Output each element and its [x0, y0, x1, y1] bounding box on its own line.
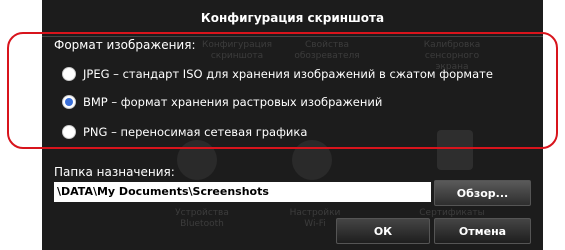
certificate-icon: [437, 130, 473, 170]
cancel-button[interactable]: Отмена: [434, 218, 531, 244]
option-png[interactable]: PNG – переносимая сетевая графика: [62, 122, 307, 142]
destination-label: Папка назначения:: [54, 165, 175, 179]
ok-button[interactable]: ОК: [336, 218, 430, 244]
option-png-label: PNG – переносимая сетевая графика: [83, 125, 308, 139]
destination-path-field[interactable]: [54, 182, 431, 202]
dialog-title: Конфигурация скриншота: [200, 11, 385, 25]
option-bmp-label: BMP – формат хранения растровых изображе…: [83, 95, 383, 109]
radio-bmp[interactable]: [62, 95, 76, 109]
radio-jpeg[interactable]: [62, 67, 76, 81]
title-divider: [42, 36, 543, 37]
wifi-icon: [292, 140, 332, 180]
browse-button[interactable]: Обзор...: [434, 180, 531, 206]
bg-tile-screenshot: Конфигурация скриншота: [202, 40, 272, 61]
option-bmp[interactable]: BMP – формат хранения растровых изображе…: [62, 92, 382, 112]
option-jpeg-label: JPEG – стандарт ISO для хранения изображ…: [83, 67, 493, 81]
format-label: Формат изображения:: [54, 38, 196, 52]
bluetooth-icon: [177, 140, 217, 180]
bg-tile-browser: Свойства обозревателя: [294, 40, 360, 61]
bg-tile-bluetooth: Устройства Bluetooth: [175, 208, 229, 229]
radio-png[interactable]: [62, 125, 76, 139]
option-jpeg[interactable]: JPEG – стандарт ISO для хранения изображ…: [62, 64, 493, 84]
